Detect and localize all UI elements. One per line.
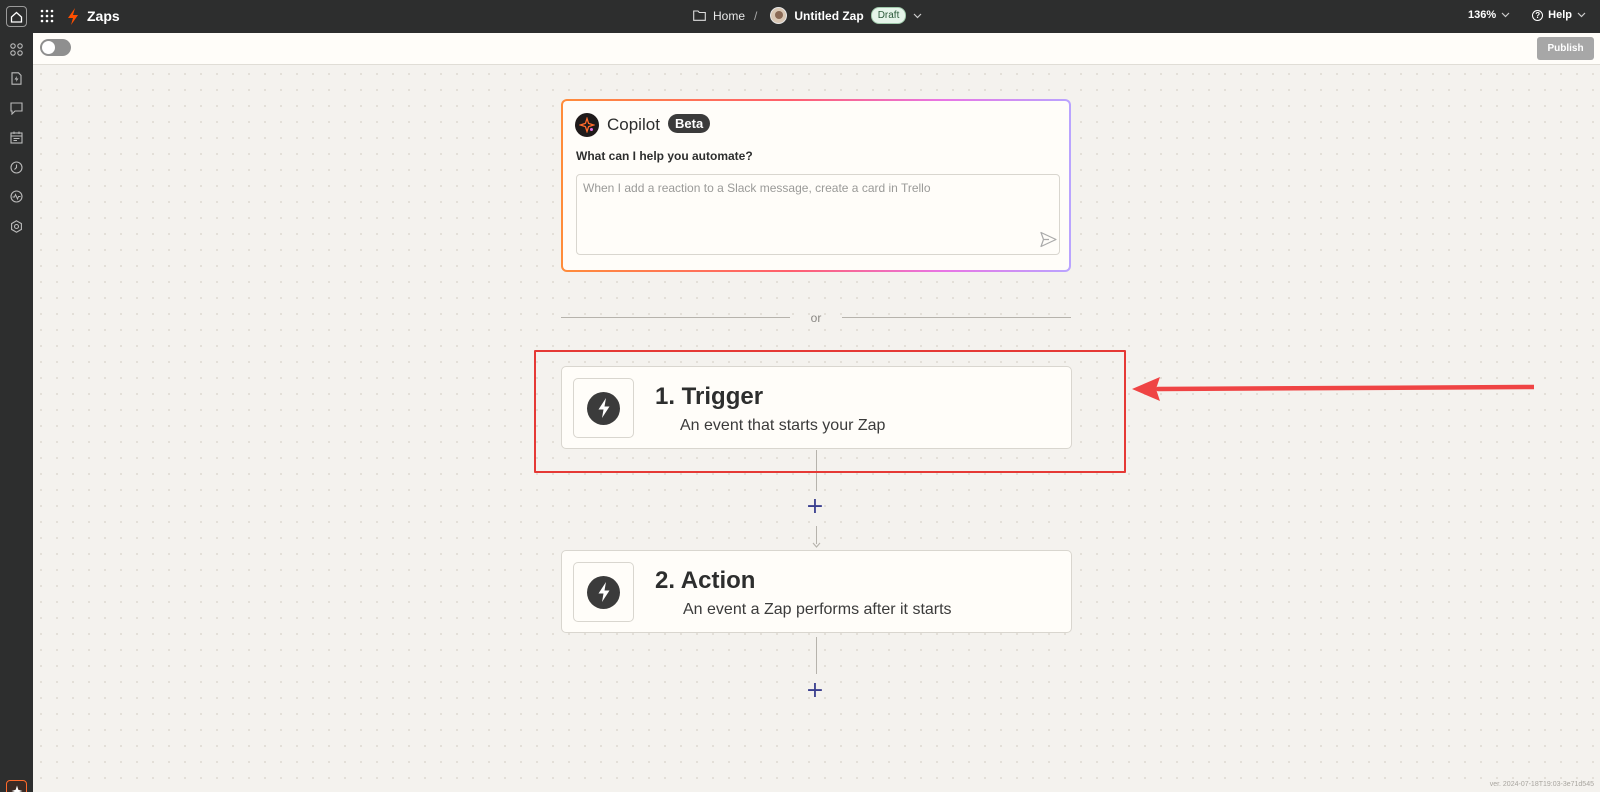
copilot-button[interactable] <box>6 780 27 792</box>
zap-file-icon[interactable] <box>10 72 23 85</box>
connector-line <box>816 637 817 674</box>
zaps-bolt-icon <box>68 8 78 25</box>
editor-toolbar: Publish <box>33 33 1600 65</box>
help-icon: ? <box>1532 9 1544 21</box>
add-step-button[interactable]: + <box>806 680 824 702</box>
settings-icon[interactable] <box>10 220 23 233</box>
divider-line <box>561 317 790 318</box>
annotation-arrow-icon <box>1132 377 1534 401</box>
home-icon <box>10 11 23 23</box>
activity-icon[interactable] <box>10 190 23 203</box>
step-title: 2. Action <box>655 567 756 594</box>
zap-name[interactable]: Untitled Zap <box>794 9 863 23</box>
folder-icon <box>693 10 706 21</box>
copilot-card: Copilot Beta What can I help you automat… <box>561 99 1071 272</box>
bolt-icon <box>587 575 620 609</box>
chevron-down-icon[interactable] <box>913 13 922 19</box>
copilot-card-body: Copilot Beta What can I help you automat… <box>563 101 1069 270</box>
status-badge: Draft <box>870 7 907 24</box>
step-icon-box <box>573 562 634 622</box>
chevron-down-icon <box>1577 12 1586 18</box>
home-button[interactable] <box>6 6 27 27</box>
toggle-knob <box>42 41 55 54</box>
breadcrumb: Home / Untitled Zap Draft <box>693 7 922 24</box>
topbar-right: 136% ? Help <box>1468 9 1600 21</box>
or-divider: or <box>561 311 1071 325</box>
app-title[interactable]: Zaps <box>87 8 120 24</box>
left-sidebar <box>0 33 33 792</box>
history-icon[interactable] <box>10 161 23 174</box>
version-label: ver. 2024-07-18T19:03-3e71d545 <box>1489 781 1594 788</box>
copilot-sparkle-icon <box>11 785 22 792</box>
calendar-icon[interactable] <box>10 131 23 144</box>
publish-button[interactable]: Publish <box>1537 37 1594 60</box>
add-step-button[interactable]: + <box>806 496 824 518</box>
copilot-question: What can I help you automate? <box>576 149 753 163</box>
app-grid-icon[interactable] <box>40 9 54 23</box>
zoom-control[interactable]: 136% <box>1468 9 1510 21</box>
breadcrumb-separator: / <box>754 8 758 23</box>
help-menu[interactable]: ? Help <box>1532 9 1586 21</box>
chat-icon[interactable] <box>10 102 23 115</box>
copilot-prompt-input[interactable] <box>576 174 1060 255</box>
divider-line <box>842 317 1071 318</box>
beta-badge: Beta <box>668 114 711 133</box>
zap-on-off-toggle[interactable] <box>40 39 71 56</box>
annotation-highlight-box <box>534 350 1126 473</box>
top-bar: Zaps Home / Untitled Zap Draft 136% ? He… <box>0 0 1600 33</box>
zoom-level: 136% <box>1468 9 1497 21</box>
avatar[interactable] <box>770 7 788 24</box>
breadcrumb-home[interactable]: Home <box>713 9 745 23</box>
step-subtitle: An event a Zap performs after it starts <box>683 601 952 618</box>
action-step-card[interactable]: 2. Action An event a Zap performs after … <box>561 550 1072 633</box>
chevron-down-icon <box>1501 12 1510 18</box>
help-label: Help <box>1548 9 1572 21</box>
copilot-title: Copilot <box>607 115 660 134</box>
copilot-logo-icon <box>575 113 599 137</box>
arrow-down-icon <box>812 542 821 548</box>
or-label: or <box>810 311 822 325</box>
apps-icon[interactable] <box>10 43 23 56</box>
send-icon[interactable] <box>1040 231 1057 248</box>
